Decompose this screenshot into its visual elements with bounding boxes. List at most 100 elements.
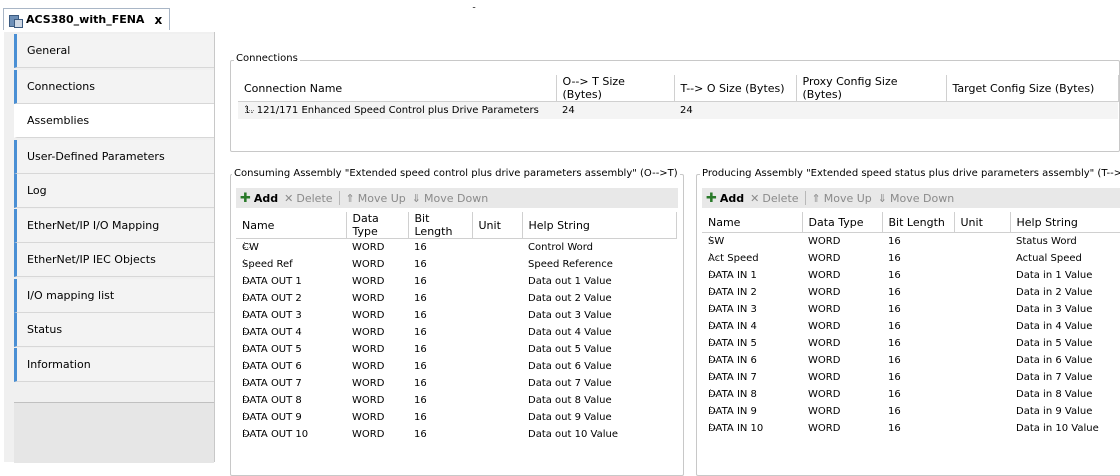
column-header[interactable]: Name [236,212,347,239]
column-header[interactable]: Unit [472,212,523,239]
connection-ot-size: 24 [562,105,575,116]
consuming-move-up-button[interactable]: ⇑ Move Up [346,192,406,205]
row-unit [954,250,1010,267]
row-bits: 16 [414,276,427,287]
connection-name: 1. 121/171 Enhanced Speed Control plus D… [238,102,556,120]
column-header[interactable]: Data Type [346,212,409,239]
toolbar-separator [804,191,806,205]
row-type: WORD [808,423,841,434]
nav-item-ethernetip-iec-objects[interactable]: EtherNet/IP IEC Objects [14,243,214,277]
table-row[interactable]: DATA OUT 5 WORD 16 Data out 5 Value [236,341,676,358]
row-unit [472,409,522,426]
row-unit [472,324,522,341]
table-row[interactable]: DATA IN 2 WORD 16 Data in 2 Value [702,284,1120,301]
row-bits: 16 [888,236,901,247]
row-help: Data in 8 Value [1016,389,1093,400]
nav-item-information[interactable]: Information [14,348,214,382]
row-type: WORD [808,406,841,417]
row-unit [472,341,522,358]
row-name: DATA IN 9 [702,403,802,420]
row-help: Data out 4 Value [528,327,612,338]
row-name: SW [702,233,802,251]
table-row[interactable]: DATA IN 8 WORD 16 Data in 8 Value [702,386,1120,403]
table-row[interactable]: DATA IN 1 WORD 16 Data in 1 Value [702,267,1120,284]
table-row[interactable]: DATA OUT 8 WORD 16 Data out 8 Value [236,392,676,409]
row-name: DATA IN 6 [702,352,802,369]
table-row[interactable]: SW WORD 16 Status Word [702,233,1120,251]
toolbar-separator [338,191,340,205]
row-type: WORD [352,344,385,355]
row-type: WORD [352,242,385,253]
nav-empty-area [14,402,214,463]
column-header[interactable]: Bit Length [882,212,955,233]
table-row[interactable]: DATA IN 3 WORD 16 Data in 3 Value [702,301,1120,318]
consuming-delete-button[interactable]: ✕ Delete [284,192,332,205]
close-icon[interactable]: x [154,13,162,27]
table-row[interactable]: DATA OUT 10 WORD 16 Data out 10 Value [236,426,676,443]
table-row[interactable]: Act Speed WORD 16 Actual Speed [702,250,1120,267]
table-row[interactable]: CW WORD 16 Control Word [236,239,676,257]
nav-item-general[interactable]: General [14,34,214,68]
table-row[interactable]: DATA IN 6 WORD 16 Data in 6 Value [702,352,1120,369]
column-header[interactable]: Connection Name [238,75,557,102]
table-row[interactable]: DATA OUT 7 WORD 16 Data out 7 Value [236,375,676,392]
row-type: WORD [352,412,385,423]
table-row[interactable]: DATA OUT 4 WORD 16 Data out 4 Value [236,324,676,341]
consuming-add-button[interactable]: ✚ Add [240,191,278,206]
table-row[interactable]: Speed Ref WORD 16 Speed Reference [236,256,676,273]
column-header[interactable]: Unit [954,212,1011,233]
producing-delete-button[interactable]: ✕ Delete [750,192,798,205]
row-name: Act Speed [702,250,802,267]
producing-add-button[interactable]: ✚ Add [706,191,744,206]
row-name: DATA OUT 9 [236,409,346,426]
nav-item-connections[interactable]: Connections [14,70,214,104]
row-type: WORD [352,327,385,338]
row-type: WORD [352,310,385,321]
row-help: Data in 10 Value [1016,423,1099,434]
column-header[interactable]: O--> T Size (Bytes) [556,75,675,102]
table-row[interactable]: DATA IN 7 WORD 16 Data in 7 Value [702,369,1120,386]
table-row[interactable]: DATA OUT 9 WORD 16 Data out 9 Value [236,409,676,426]
nav-item-status[interactable]: Status [14,313,214,347]
row-name: DATA OUT 7 [236,375,346,392]
producing-move-down-button[interactable]: ⇓ Move Down [878,192,954,205]
column-header[interactable]: Help String [1010,212,1120,233]
table-row[interactable]: DATA OUT 3 WORD 16 Data out 3 Value [236,307,676,324]
nav-item-io-mapping-list[interactable]: I/O mapping list [14,279,214,313]
row-help: Data out 9 Value [528,412,612,423]
connections-table-header: Connection Name O--> T Size (Bytes) T-->… [238,75,1119,102]
table-row[interactable]: DATA IN 5 WORD 16 Data in 5 Value [702,335,1120,352]
nav-item-log[interactable]: Log [14,174,214,208]
row-help: Data out 7 Value [528,378,612,389]
table-row[interactable]: DATA OUT 2 WORD 16 Data out 2 Value [236,290,676,307]
table-row[interactable]: DATA IN 4 WORD 16 Data in 4 Value [702,318,1120,335]
nav-item-ethernetip-io-mapping[interactable]: EtherNet/IP I/O Mapping [14,209,214,243]
connection-row[interactable]: 1. 121/171 Enhanced Speed Control plus D… [238,101,1118,120]
nav-item-user-defined-parameters[interactable]: User-Defined Parameters [14,140,214,174]
editor-tab[interactable]: ACS380_with_FENA x [3,8,170,30]
nav-item-assemblies[interactable]: Assemblies [14,104,214,138]
delete-icon: ✕ [750,191,760,205]
connection-proxy-size [796,102,946,120]
row-bits: 16 [414,412,427,423]
table-row[interactable]: DATA OUT 1 WORD 16 Data out 1 Value [236,273,676,290]
table-row[interactable]: DATA OUT 6 WORD 16 Data out 6 Value [236,358,676,375]
table-row[interactable]: DATA IN 10 WORD 16 Data in 10 Value [702,420,1120,437]
row-bits: 16 [888,321,901,332]
column-header[interactable]: Name [702,212,803,233]
row-bits: 16 [414,310,427,321]
column-header[interactable]: Data Type [802,212,883,233]
column-header[interactable]: T--> O Size (Bytes) [674,75,797,102]
column-header[interactable]: Help String [522,212,677,239]
row-name: DATA IN 1 [702,267,802,284]
row-bits: 16 [414,395,427,406]
column-header[interactable]: Proxy Config Size (Bytes) [796,75,947,102]
table-row[interactable]: DATA IN 9 WORD 16 Data in 9 Value [702,403,1120,420]
consuming-move-down-button[interactable]: ⇓ Move Down [412,192,488,205]
row-type: WORD [352,293,385,304]
column-header[interactable]: Target Config Size (Bytes) [946,75,1119,102]
row-help: Status Word [1016,236,1077,247]
producing-move-up-button[interactable]: ⇑ Move Up [812,192,872,205]
column-header[interactable]: Bit Length [408,212,473,239]
row-help: Data out 10 Value [528,429,618,440]
